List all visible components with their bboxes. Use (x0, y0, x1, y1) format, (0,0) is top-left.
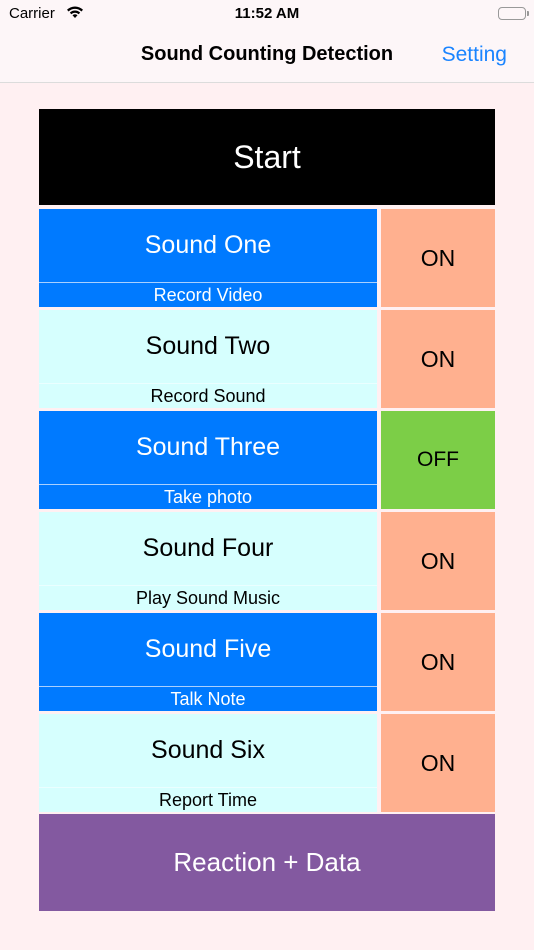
clock: 11:52 AM (234, 5, 300, 22)
sound-name: Sound Three (135, 432, 281, 461)
sound-row: Sound Six Report Time ON (39, 714, 495, 812)
sound-row: Sound Three Take photo OFF (39, 411, 495, 509)
sound-button[interactable]: Sound Two Record Sound (39, 310, 377, 408)
sound-name: Sound Two (145, 331, 271, 360)
sound-toggle-button[interactable]: ON (381, 613, 495, 711)
status-bar: Carrier 11:52 AM (0, 0, 534, 30)
sound-name: Sound Six (151, 735, 265, 764)
sound-toggle-button[interactable]: OFF (381, 411, 495, 509)
sound-row: Sound Four Play Sound Music ON (39, 512, 495, 610)
sound-action-label: Take photo (39, 484, 377, 509)
sound-button[interactable]: Sound Six Report Time (39, 714, 377, 812)
sound-button[interactable]: Sound Four Play Sound Music (39, 512, 377, 610)
sound-row: Sound One Record Video ON (39, 209, 495, 307)
sound-toggle-button[interactable]: ON (381, 209, 495, 307)
sound-button[interactable]: Sound One Record Video (39, 209, 377, 307)
sound-action-label: Record Video (39, 282, 377, 307)
sound-toggle-button[interactable]: ON (381, 714, 495, 812)
sound-action-label: Play Sound Music (39, 585, 377, 610)
sound-toggle-button[interactable]: ON (381, 310, 495, 408)
sound-name: Sound Five (144, 634, 272, 663)
start-button[interactable]: Start (39, 109, 495, 205)
sound-row: Sound Two Record Sound ON (39, 310, 495, 408)
sound-button[interactable]: Sound Five Talk Note (39, 613, 377, 711)
reaction-data-button[interactable]: Reaction + Data (39, 814, 495, 911)
sound-row: Sound Five Talk Note ON (39, 613, 495, 711)
setting-button[interactable]: Setting (442, 43, 507, 67)
navigation-bar: Sound Counting Detection Setting (0, 30, 534, 83)
sound-toggle-button[interactable]: ON (381, 512, 495, 610)
sound-action-label: Talk Note (39, 686, 377, 711)
sound-button[interactable]: Sound Three Take photo (39, 411, 377, 509)
sound-name: Sound One (144, 230, 272, 259)
battery-full-icon (498, 7, 529, 20)
sound-name: Sound Four (142, 533, 274, 562)
sound-action-label: Report Time (39, 787, 377, 812)
sound-action-label: Record Sound (39, 383, 377, 408)
